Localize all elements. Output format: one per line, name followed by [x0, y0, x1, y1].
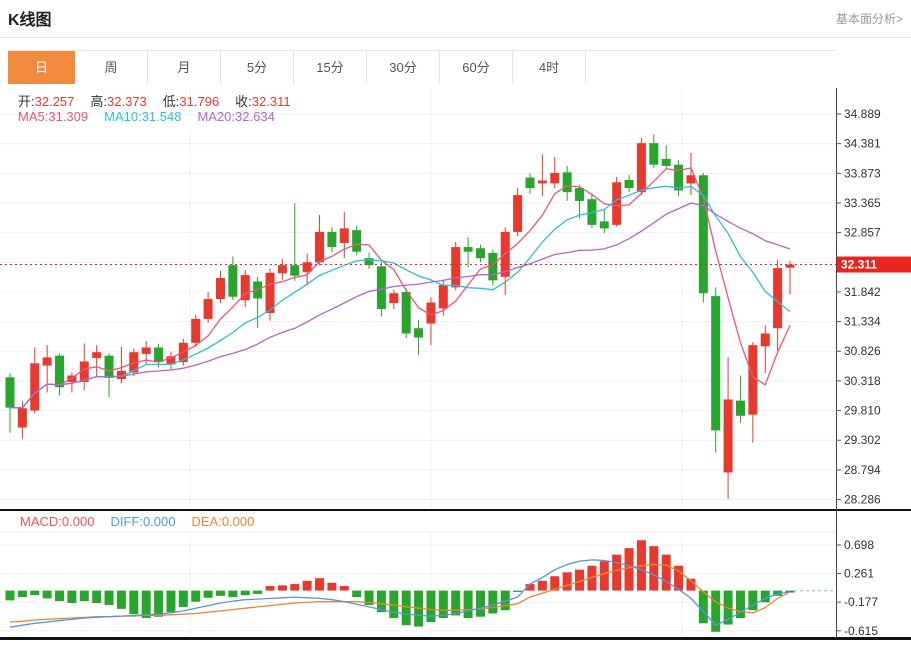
tab-15分[interactable]: 15分 — [294, 51, 367, 84]
macd-axis-label: 0.261 — [844, 567, 874, 581]
high-legend: 高:32.373 — [90, 94, 146, 109]
price-axis-label: 29.810 — [844, 404, 881, 418]
panel-separator — [0, 509, 911, 511]
main-chart-canvas[interactable] — [0, 88, 836, 509]
price-axis-label: 31.842 — [844, 285, 881, 299]
price-axis-label: 31.334 — [844, 315, 881, 329]
tab-周[interactable]: 周 — [75, 51, 148, 84]
close-legend: 收:32.311 — [235, 94, 290, 109]
tab-60分[interactable]: 60分 — [440, 51, 513, 84]
price-axis-label: 29.302 — [844, 433, 881, 447]
bottom-border — [0, 637, 911, 640]
ma20-legend: MA20:32.634 — [197, 109, 274, 124]
header-divider — [0, 37, 911, 38]
price-axis-label: 34.889 — [844, 107, 881, 121]
macd-axis-label: 0.698 — [844, 538, 874, 552]
ohlc-legend-row: 开:32.257 高:32.373 低:31.796 收:32.311 — [18, 91, 307, 110]
tab-日[interactable]: 日 — [8, 51, 75, 84]
ma-legend-row: MA5:31.309 MA10:31.548 MA20:32.634 — [18, 109, 291, 124]
price-axis-label: 28.794 — [844, 463, 881, 477]
price-axis-label: 33.365 — [844, 196, 881, 210]
macd-legend: MACD:0.000 — [20, 514, 94, 529]
dea-legend: DEA:0.000 — [191, 514, 254, 529]
macd-axis-label: -0.177 — [844, 595, 878, 609]
low-legend: 低:31.796 — [163, 94, 219, 109]
page-title: K线图 — [8, 6, 52, 30]
price-axis-label: 33.873 — [844, 166, 881, 180]
price-axis-label: 30.318 — [844, 374, 881, 388]
diff-legend: DIFF:0.000 — [110, 514, 175, 529]
tab-5分[interactable]: 5分 — [221, 51, 294, 84]
price-axis-label: 32.857 — [844, 226, 881, 240]
macd-legend-row: MACD:0.000 DIFF:0.000 DEA:0.000 — [20, 514, 270, 529]
tab-4时[interactable]: 4时 — [513, 51, 586, 84]
period-tab-bar: 日周月5分15分30分60分4时 — [8, 50, 586, 84]
ma5-legend: MA5:31.309 — [18, 109, 88, 124]
tab-30分[interactable]: 30分 — [367, 51, 440, 84]
macd-axis-label: -0.615 — [844, 624, 878, 638]
macd-chart-canvas[interactable] — [0, 511, 836, 637]
open-legend: 开:32.257 — [18, 94, 74, 109]
kline-widget: { "header": { "title": "K线图", "link": "基… — [0, 0, 911, 645]
price-axis-label: 30.826 — [844, 344, 881, 358]
ma10-legend: MA10:31.548 — [104, 109, 181, 124]
fundamental-analysis-link[interactable]: 基本面分析> — [836, 10, 903, 27]
price-axis-label: 34.381 — [844, 137, 881, 151]
current-price-tag-label: 32.311 — [841, 258, 877, 272]
price-axis-label: 28.286 — [844, 493, 881, 507]
tab-月[interactable]: 月 — [148, 51, 221, 84]
